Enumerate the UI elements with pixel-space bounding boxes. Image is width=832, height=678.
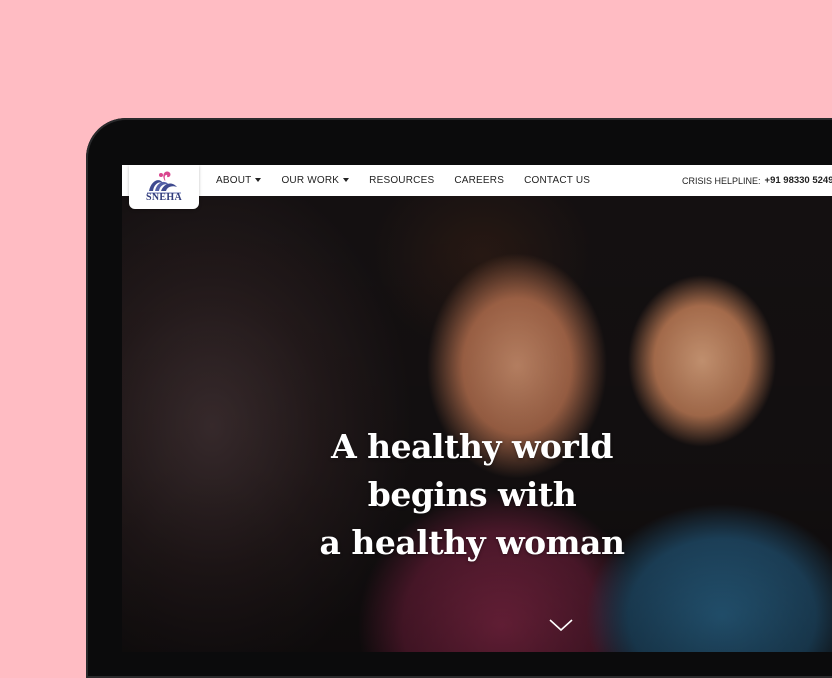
helpline-label: CRISIS HELPLINE: xyxy=(682,175,761,186)
nav-label: ABOUT xyxy=(216,175,252,186)
nav-label: RESOURCES xyxy=(369,175,435,186)
main-nav: ABOUT OUR WORK RESOURCES CAREERS CONTACT… xyxy=(216,165,610,196)
hero-headline: A healthy world begins with a healthy wo… xyxy=(282,423,662,567)
nav-label: CAREERS xyxy=(454,175,505,186)
website-screen: SNEHA ABOUT OUR WORK RESOURCES CAREERS C… xyxy=(122,165,832,652)
caret-down-icon xyxy=(343,177,350,182)
chevron-down-icon[interactable] xyxy=(548,617,574,633)
crisis-helpline: CRISIS HELPLINE: +91 98330 52493 / 6 xyxy=(682,165,832,196)
nav-item-our-work[interactable]: OUR WORK xyxy=(281,175,350,186)
helpline-number[interactable]: +91 98330 52493 / 6 xyxy=(765,175,832,186)
nav-label: OUR WORK xyxy=(281,175,340,186)
caret-down-icon xyxy=(255,177,262,182)
nav-item-careers[interactable]: CAREERS xyxy=(454,175,504,186)
navbar: SNEHA ABOUT OUR WORK RESOURCES CAREERS C… xyxy=(122,165,832,209)
nav-item-contact-us[interactable]: CONTACT US xyxy=(524,175,590,186)
logo[interactable]: SNEHA xyxy=(129,165,199,209)
nav-label: CONTACT US xyxy=(524,175,591,186)
nav-item-resources[interactable]: RESOURCES xyxy=(369,175,434,186)
nav-item-about[interactable]: ABOUT xyxy=(216,175,262,186)
headline-line-2: a healthy woman xyxy=(319,523,625,562)
headline-line-1: A healthy world begins with xyxy=(331,427,613,514)
logo-text: SNEHA xyxy=(146,192,182,203)
